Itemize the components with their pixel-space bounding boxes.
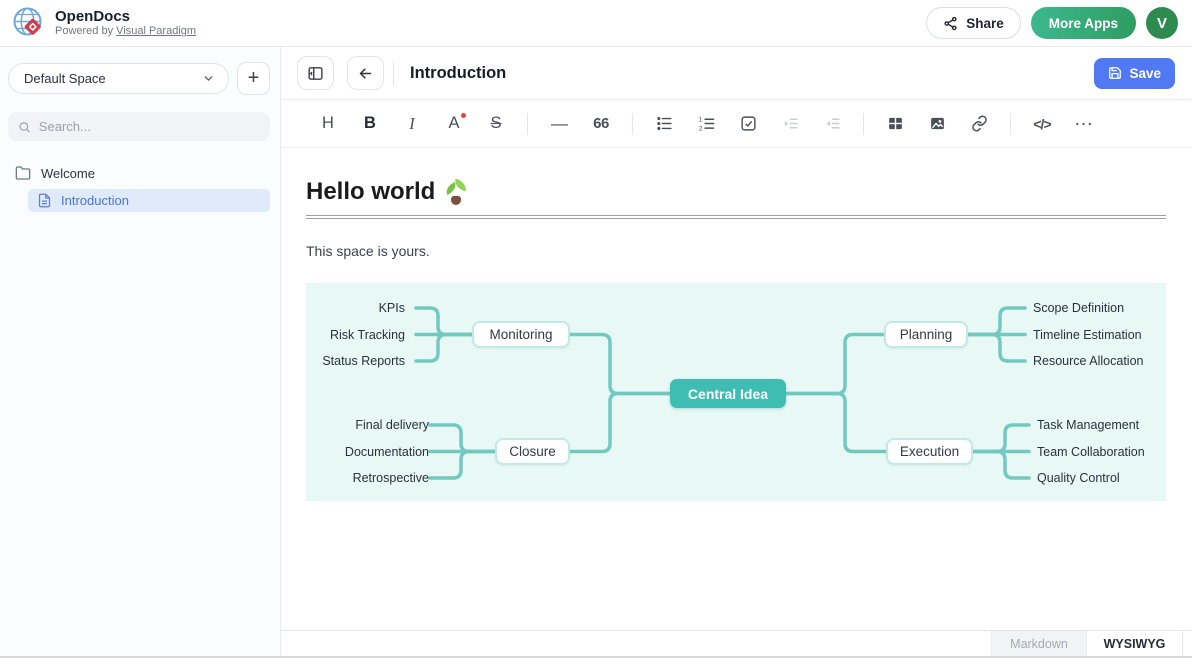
- sidebar: Default Space + Welcome Introduction: [0, 47, 281, 656]
- user-avatar[interactable]: V: [1146, 7, 1178, 39]
- code-button[interactable]: </>: [1021, 110, 1063, 138]
- mindmap-diagram[interactable]: Central Idea Monitoring Closure Planning…: [306, 283, 1166, 501]
- save-button[interactable]: Save: [1094, 58, 1175, 89]
- mindmap-node-closure[interactable]: Closure: [495, 438, 570, 465]
- text-color-button[interactable]: A: [433, 110, 475, 138]
- visual-paradigm-link[interactable]: Visual Paradigm: [116, 25, 196, 37]
- mindmap-central-node[interactable]: Central Idea: [670, 379, 786, 408]
- brand-block: OpenDocs Powered by Visual Paradigm: [55, 8, 196, 38]
- mindmap-leaf[interactable]: KPIs: [379, 300, 405, 316]
- mindmap-leaf[interactable]: Status Reports: [322, 353, 405, 369]
- mindmap-leaf[interactable]: Timeline Estimation: [1033, 327, 1142, 343]
- quote-button[interactable]: 66: [580, 110, 622, 138]
- document-heading: Hello world: [306, 178, 1166, 219]
- floppy-disk-icon: [1108, 66, 1122, 80]
- search-input[interactable]: [39, 119, 260, 134]
- bullet-list-button[interactable]: [643, 110, 685, 138]
- file-icon: [37, 193, 52, 208]
- toggle-sidebar-button[interactable]: [297, 56, 334, 90]
- chevron-down-icon: [202, 72, 215, 85]
- app-title: OpenDocs: [55, 8, 196, 25]
- tree-folder-label: Welcome: [41, 166, 95, 181]
- numbered-list-button[interactable]: 12: [685, 110, 727, 138]
- table-button[interactable]: [874, 110, 916, 138]
- task-list-button[interactable]: [727, 110, 769, 138]
- editor-header: Introduction Save: [281, 47, 1192, 100]
- space-selector[interactable]: Default Space: [8, 63, 229, 94]
- mindmap-node-execution[interactable]: Execution: [886, 438, 973, 465]
- tree-item-label: Introduction: [61, 193, 129, 208]
- color-dot: [461, 113, 466, 118]
- checkbox-icon: [740, 115, 757, 132]
- svg-text:1: 1: [698, 117, 702, 124]
- toolbar-divider: [863, 113, 864, 135]
- image-icon: [929, 115, 946, 132]
- bullet-list-icon: [656, 115, 673, 132]
- svg-text:2: 2: [698, 126, 702, 132]
- page-title: Introduction: [410, 64, 506, 83]
- save-label: Save: [1129, 66, 1161, 81]
- tree-item-introduction[interactable]: Introduction: [28, 189, 270, 212]
- search-icon: [18, 120, 31, 134]
- numbered-list-icon: 12: [698, 115, 715, 132]
- seedling-emoji: [445, 180, 467, 205]
- arrow-left-icon: [357, 65, 374, 82]
- share-icon: [943, 16, 958, 31]
- indent-icon: [782, 115, 799, 132]
- add-space-button[interactable]: +: [237, 62, 270, 95]
- italic-button[interactable]: I: [391, 110, 433, 138]
- indent-button: [769, 110, 811, 138]
- toolbar-divider: [1010, 113, 1011, 135]
- powered-by: Powered by Visual Paradigm: [55, 25, 196, 38]
- more-options-button[interactable]: ...: [1063, 110, 1105, 138]
- mindmap-leaf[interactable]: Resource Allocation: [1033, 353, 1143, 369]
- mindmap-leaf[interactable]: Documentation: [345, 444, 429, 460]
- link-button[interactable]: [958, 110, 1000, 138]
- image-button[interactable]: [916, 110, 958, 138]
- document-content[interactable]: Hello world This space is yours.: [281, 148, 1192, 630]
- share-label: Share: [966, 16, 1004, 31]
- back-button[interactable]: [347, 56, 384, 90]
- strikethrough-button[interactable]: S: [475, 110, 517, 138]
- bold-button[interactable]: B: [349, 110, 391, 138]
- more-apps-button[interactable]: More Apps: [1031, 7, 1136, 39]
- tab-markdown[interactable]: Markdown: [991, 631, 1086, 656]
- link-icon: [971, 115, 988, 132]
- tree-folder-welcome[interactable]: Welcome: [0, 162, 280, 184]
- app-logo-icon: [12, 6, 46, 40]
- app-header: OpenDocs Powered by Visual Paradigm Shar…: [0, 0, 1192, 47]
- mindmap-node-monitoring[interactable]: Monitoring: [472, 321, 570, 348]
- mindmap-leaf[interactable]: Scope Definition: [1033, 300, 1124, 316]
- heading-button[interactable]: H: [307, 110, 349, 138]
- mindmap-leaf[interactable]: Final delivery: [355, 417, 429, 433]
- folder-icon: [15, 165, 31, 181]
- header-actions: Share More Apps V: [926, 7, 1180, 39]
- toolbar-divider: [632, 113, 633, 135]
- document-tree: Welcome Introduction: [0, 162, 280, 212]
- mindmap-leaf[interactable]: Risk Tracking: [330, 327, 405, 343]
- mindmap-leaf[interactable]: Team Collaboration: [1037, 444, 1145, 460]
- mindmap-node-planning[interactable]: Planning: [884, 321, 968, 348]
- panel-toggle-icon: [307, 65, 324, 82]
- table-icon: [887, 115, 904, 132]
- editor-mode-bar: Markdown WYSIWYG: [281, 630, 1192, 656]
- formatting-toolbar: H B I A S — 66 12: [281, 100, 1192, 148]
- toolbar-divider: [527, 113, 528, 135]
- outdent-icon: [824, 115, 841, 132]
- mindmap-leaf[interactable]: Retrospective: [353, 470, 429, 486]
- tab-wysiwyg[interactable]: WYSIWYG: [1086, 631, 1183, 656]
- outdent-button: [811, 110, 853, 138]
- header-divider: [393, 61, 394, 86]
- mindmap-leaf[interactable]: Task Management: [1037, 417, 1139, 433]
- mindmap-leaf[interactable]: Quality Control: [1037, 470, 1120, 486]
- main-panel: Introduction Save H B I A S — 66 12: [281, 47, 1192, 656]
- document-paragraph: This space is yours.: [306, 243, 1166, 259]
- space-selector-value: Default Space: [24, 71, 106, 86]
- sidebar-search[interactable]: [8, 112, 270, 141]
- horizontal-rule-button[interactable]: —: [538, 110, 580, 138]
- share-button[interactable]: Share: [926, 7, 1021, 39]
